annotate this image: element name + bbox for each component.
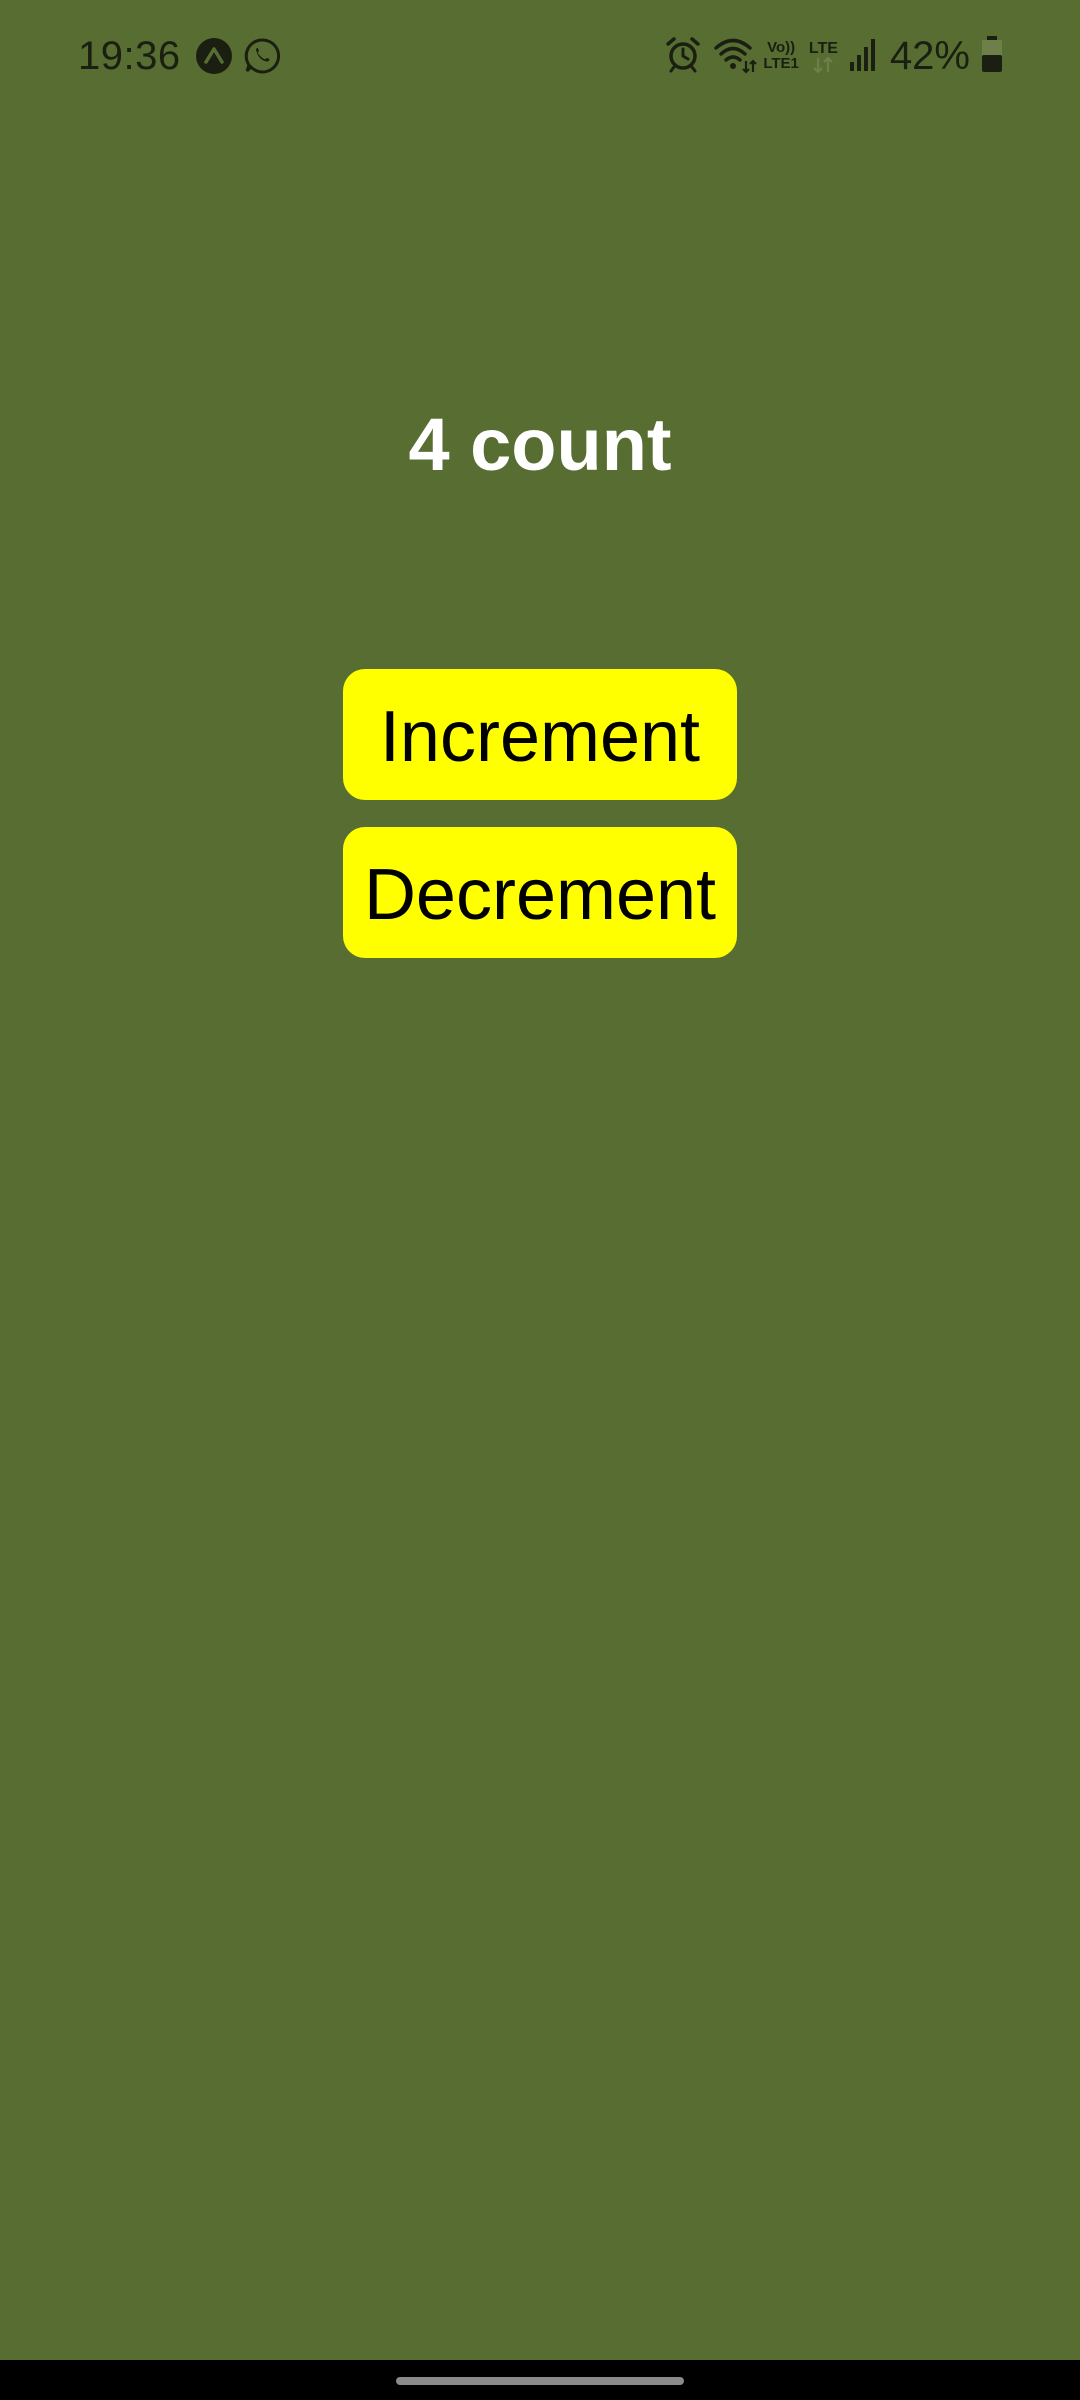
clock: 19:36 xyxy=(78,33,181,78)
battery-percent: 42% xyxy=(889,33,970,78)
status-bar-right: Vo)) LTE1 LTE 42% xyxy=(653,28,1004,84)
count-display: 4 count xyxy=(408,403,672,486)
alarm-icon xyxy=(663,34,703,79)
status-bar: 19:36 Vo)) LTE1 LTE 42% xyxy=(0,0,1080,110)
app-screen: 19:36 Vo)) LTE1 LTE 42% 4 count Incremen… xyxy=(0,0,1080,2400)
signal-icon xyxy=(848,36,878,77)
home-gesture-handle[interactable] xyxy=(396,2377,684,2385)
increment-button[interactable]: Increment xyxy=(343,669,737,800)
expo-go-icon xyxy=(195,37,233,75)
volte-indicator: Vo)) LTE1 xyxy=(763,40,799,72)
navigation-bar xyxy=(0,2360,1080,2400)
volte-top-label: Vo)) xyxy=(767,39,796,56)
decrement-button[interactable]: Decrement xyxy=(343,827,737,958)
lte-label: LTE xyxy=(808,39,838,57)
status-bar-left: 19:36 xyxy=(78,28,291,84)
data-arrows-icon xyxy=(813,56,834,73)
volte-bottom-label: LTE1 xyxy=(763,55,799,72)
battery-icon xyxy=(980,35,1004,78)
wifi-icon xyxy=(713,34,758,79)
whatsapp-icon xyxy=(243,37,281,75)
lte-indicator: LTE xyxy=(809,40,838,73)
